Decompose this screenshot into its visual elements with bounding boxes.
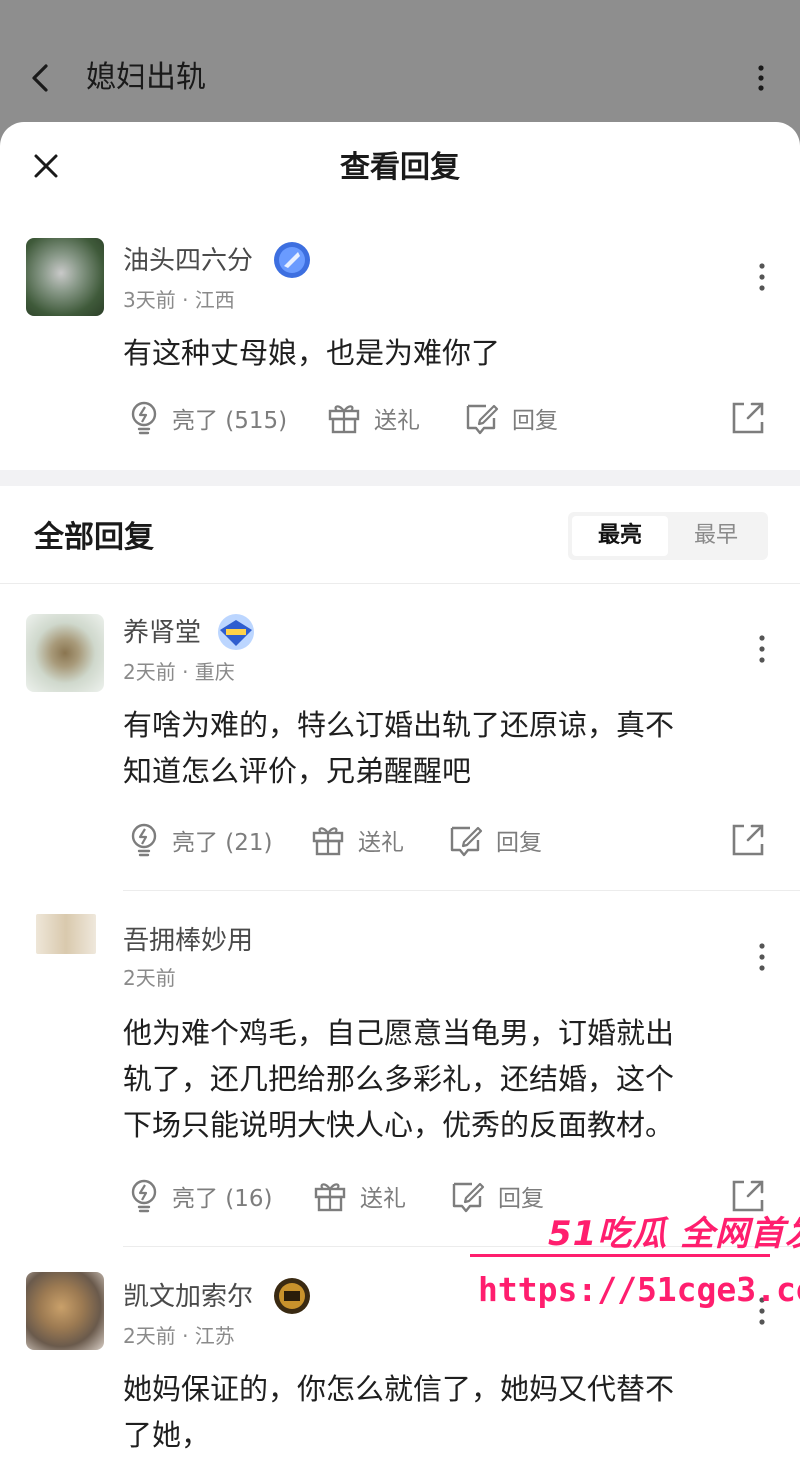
like-count: 亮了 (515) <box>172 408 288 434</box>
gift-button[interactable]: 送礼 <box>310 820 404 860</box>
reply-text-line: 下场只能说明大快人心，优秀的反面教材。 <box>123 1108 675 1142</box>
reply-label: 回复 <box>512 408 558 434</box>
avatar[interactable] <box>26 1272 104 1350</box>
all-replies-title: 全部回复 <box>34 520 154 555</box>
avatar[interactable] <box>36 914 96 954</box>
more-options-icon[interactable] <box>744 58 778 98</box>
watermark-url: https://51cge3.com <box>478 1270 800 1309</box>
like-count: 亮了 (16) <box>172 1186 273 1212</box>
lightbulb-icon <box>131 823 157 857</box>
comment-username[interactable]: 油头四六分 <box>123 244 253 278</box>
gift-button[interactable]: 送礼 <box>312 1176 406 1216</box>
reply-button[interactable]: 回复 <box>450 1176 544 1216</box>
avatar[interactable] <box>26 614 104 692</box>
user-badge-icon <box>218 614 254 650</box>
reply-label: 回复 <box>496 830 542 856</box>
gift-icon <box>314 1183 346 1212</box>
reply-more-icon[interactable] <box>750 630 774 670</box>
share-icon[interactable] <box>728 398 768 438</box>
reply-text-line: 他为难个鸡毛，自己愿意当龟男，订婚就出 <box>123 1016 675 1050</box>
like-button[interactable]: 亮了 (21) <box>128 820 273 860</box>
reply-username[interactable]: 凯文加索尔 <box>123 1280 253 1314</box>
reply-meta: 2天前 · 江苏 <box>123 1324 235 1348</box>
reply-text-line: 她妈保证的，你怎么就信了，她妈又代替不 <box>123 1372 675 1406</box>
reply-button[interactable]: 回复 <box>448 820 542 860</box>
lightbulb-icon <box>131 401 157 435</box>
lightbulb-icon <box>131 1179 157 1213</box>
gift-button[interactable]: 送礼 <box>326 398 420 438</box>
reply-text-line: 有啥为难的，特么订婚出轨了还原谅，真不 <box>123 708 675 742</box>
reply-text-line: 知道怎么评价，兄弟醒醒吧 <box>123 754 472 788</box>
reply-username[interactable]: 养肾堂 <box>123 616 201 650</box>
watermark-underline <box>470 1254 770 1257</box>
watermark-brand: 51吃瓜 全网首发 <box>548 1214 800 1254</box>
reply-text: 她妈保证的，你怎么就信了，她妈又代替不 了她， <box>123 1366 748 1458</box>
reply-label: 回复 <box>498 1186 544 1212</box>
comment-text: 有这种丈母娘，也是为难你了 <box>123 336 501 370</box>
gift-label: 送礼 <box>358 830 404 856</box>
avatar[interactable] <box>26 238 104 316</box>
reply-text-line: 了她， <box>123 1418 211 1452</box>
reply-username[interactable]: 吾拥棒妙用 <box>123 924 253 958</box>
user-badge-icon <box>274 1278 310 1314</box>
reply-sheet: 查看回复 油头四六分 3天前 · 江西 有这种丈母娘，也是为难你了 亮了 (51… <box>0 122 800 1467</box>
reply-text-line: 轨了，还几把给那么多彩礼，还结婚，这个 <box>123 1062 675 1096</box>
section-divider <box>0 470 800 486</box>
header-divider <box>0 583 800 584</box>
share-icon[interactable] <box>728 820 768 860</box>
gift-icon <box>312 827 344 856</box>
comment-meta: 3天前 · 江西 <box>123 288 235 312</box>
reply-edit-icon <box>466 404 499 435</box>
gift-icon <box>328 405 360 434</box>
reply-edit-icon <box>450 826 483 857</box>
reply-text: 他为难个鸡毛，自己愿意当龟男，订婚就出 轨了，还几把给那么多彩礼，还结婚，这个 … <box>123 1010 748 1148</box>
comment-more-icon[interactable] <box>750 258 774 298</box>
reply-meta: 2天前 <box>123 966 176 990</box>
reply-divider <box>123 890 800 891</box>
reply-button[interactable]: 回复 <box>464 398 558 438</box>
sheet-title: 查看回复 <box>340 150 460 185</box>
user-badge-icon <box>274 242 310 278</box>
back-arrow-icon[interactable] <box>24 58 60 98</box>
reply-edit-icon <box>452 1182 485 1213</box>
gift-label: 送礼 <box>374 408 420 434</box>
reply-text: 有啥为难的，特么订婚出轨了还原谅，真不 知道怎么评价，兄弟醒醒吧 <box>123 702 748 794</box>
like-count: 亮了 (21) <box>172 830 273 856</box>
reply-more-icon[interactable] <box>750 938 774 978</box>
page-title: 媳妇出轨 <box>86 60 206 95</box>
gift-label: 送礼 <box>360 1186 406 1212</box>
sort-brightest-tab[interactable]: 最亮 <box>572 516 668 556</box>
sort-toggle: 最亮 最早 <box>568 512 768 560</box>
app-header: 媳妇出轨 <box>0 0 800 125</box>
like-button[interactable]: 亮了 (16) <box>128 1176 273 1216</box>
sort-earliest-tab[interactable]: 最早 <box>668 516 764 556</box>
reply-meta: 2天前 · 重庆 <box>123 660 235 684</box>
like-button[interactable]: 亮了 (515) <box>128 398 287 438</box>
